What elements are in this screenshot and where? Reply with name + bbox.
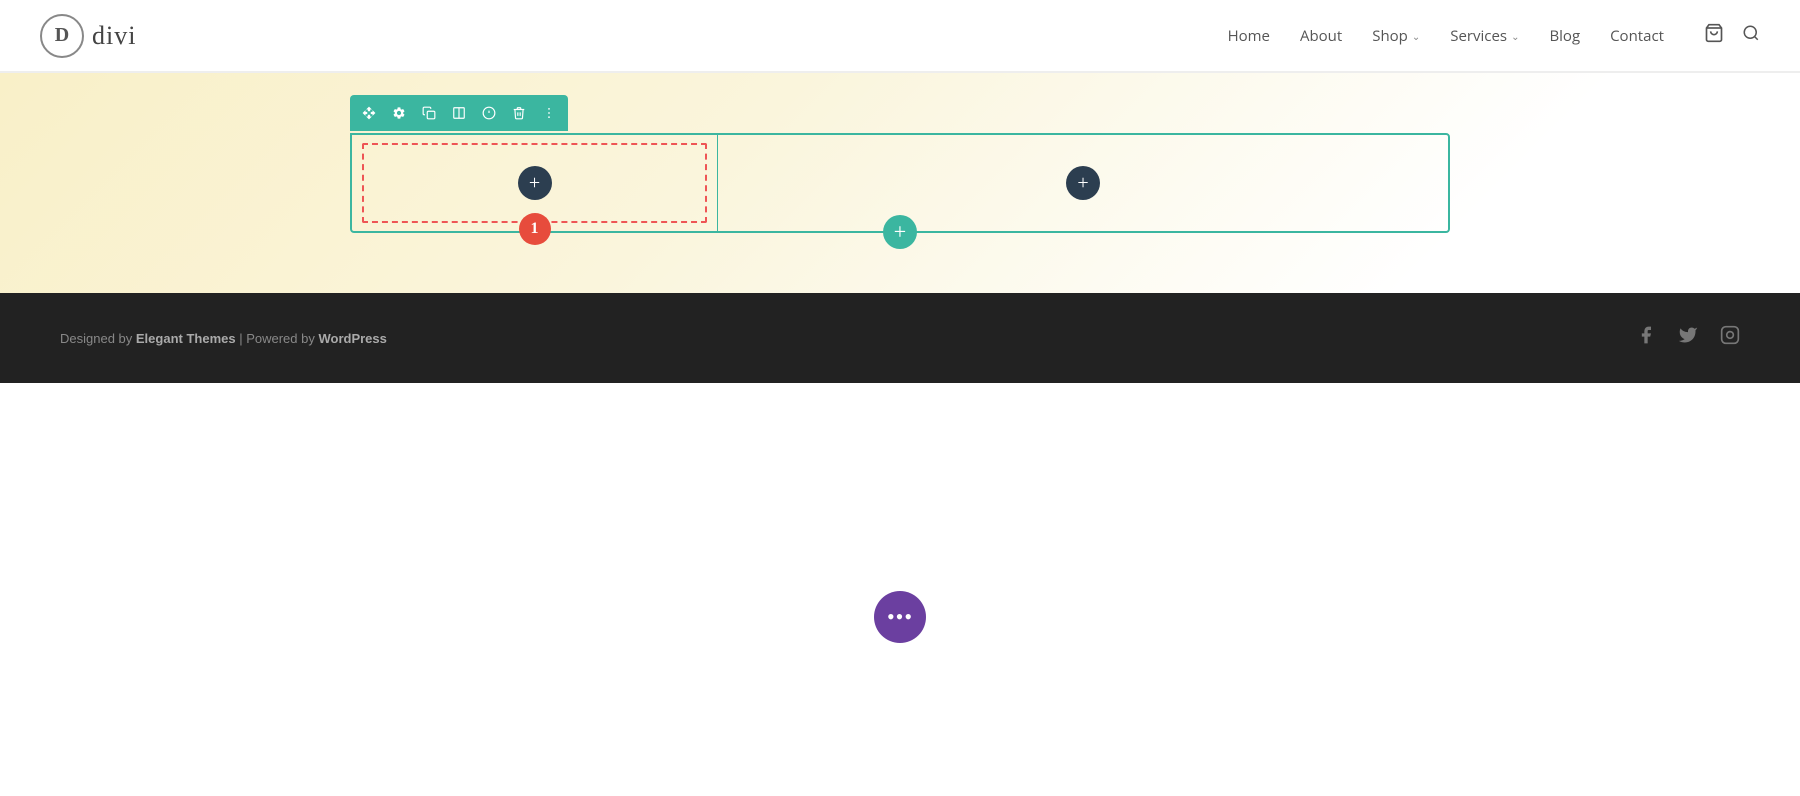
nav-item-services[interactable]: Services ⌄: [1450, 26, 1519, 46]
builder-section: + 1 + +: [350, 133, 1450, 233]
page-content: + 1 + +: [0, 73, 1800, 293]
nav-item-contact[interactable]: Contact: [1610, 26, 1664, 46]
footer-brand: Elegant Themes: [136, 331, 236, 346]
columns-icon[interactable]: [446, 100, 472, 126]
section-row: + 1 + +: [350, 133, 1450, 233]
delete-icon[interactable]: [506, 100, 532, 126]
instagram-icon[interactable]: [1720, 325, 1740, 351]
cart-icon[interactable]: [1704, 23, 1724, 48]
chevron-down-icon: ⌄: [1412, 29, 1420, 43]
twitter-icon[interactable]: [1678, 325, 1698, 351]
logo-name: divi: [92, 21, 136, 51]
section-toolbar: [350, 95, 568, 131]
nav-item-home[interactable]: Home: [1228, 26, 1270, 46]
facebook-icon[interactable]: [1636, 325, 1656, 351]
nav-utilities: [1704, 23, 1760, 48]
more-options-icon[interactable]: [536, 100, 562, 126]
nav-item-about[interactable]: About: [1300, 26, 1342, 46]
main-nav: Home About Shop ⌄ Services ⌄ Blog Contac…: [1228, 23, 1760, 48]
add-row-button[interactable]: +: [883, 215, 917, 249]
site-footer: Designed by Elegant Themes | Powered by …: [0, 293, 1800, 383]
chevron-down-icon: ⌄: [1511, 29, 1519, 43]
toggle-icon[interactable]: [476, 100, 502, 126]
settings-icon[interactable]: [386, 100, 412, 126]
logo[interactable]: D divi: [40, 14, 136, 58]
footer-social-icons: [1636, 325, 1740, 351]
column-right[interactable]: +: [718, 135, 1448, 231]
nav-item-blog[interactable]: Blog: [1549, 26, 1580, 46]
move-icon[interactable]: [356, 100, 382, 126]
add-module-button-right[interactable]: +: [1066, 166, 1100, 200]
add-module-button-left[interactable]: +: [518, 166, 552, 200]
footer-credit: Designed by Elegant Themes | Powered by …: [60, 331, 387, 346]
column-left[interactable]: + 1: [352, 135, 718, 231]
duplicate-icon[interactable]: [416, 100, 442, 126]
logo-icon: D: [40, 14, 84, 58]
search-icon[interactable]: [1742, 24, 1760, 47]
nav-item-shop[interactable]: Shop ⌄: [1372, 26, 1420, 46]
footer-cms: WordPress: [318, 331, 386, 346]
site-header: D divi Home About Shop ⌄ Services ⌄ Blog…: [0, 0, 1800, 72]
purple-fab-button[interactable]: •••: [874, 591, 926, 643]
badge-number: 1: [519, 213, 551, 245]
below-footer-area: •••: [0, 383, 1800, 673]
